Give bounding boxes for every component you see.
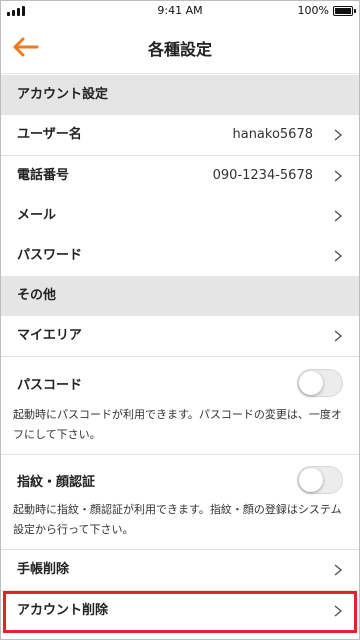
chevron-right-icon xyxy=(334,250,343,262)
phone-value: 090-1234-5678 xyxy=(212,168,313,183)
section-header-account: アカウント設定 xyxy=(1,75,359,115)
passcode-description: 起動時にパスコードが利用できます。パスコードの変更は、一度オフにして下さい。 xyxy=(13,408,342,441)
chevron-right-icon xyxy=(334,170,343,182)
my-area-row[interactable]: マイエリア xyxy=(1,316,359,357)
notebook-delete-row[interactable]: 手帳削除 xyxy=(1,550,359,591)
chevron-right-icon xyxy=(334,129,343,141)
phone-row[interactable]: 電話番号 090-1234-5678 xyxy=(1,156,359,197)
biometric-setting: 指紋・顔認証 起動時に指紋・顔認証が利用できます。指紋・顔の登録はシステム設定か… xyxy=(1,462,359,550)
chevron-right-icon xyxy=(334,330,343,342)
mail-label: メール xyxy=(17,208,57,223)
biometric-toggle-knob xyxy=(299,468,323,492)
biometric-description: 起動時に指紋・顔認証が利用できます。指紋・顔の登録はシステム設定から行って下さい… xyxy=(13,503,342,536)
username-label: ユーザー名 xyxy=(17,127,82,142)
account-delete-row[interactable]: アカウント削除 xyxy=(1,591,359,632)
passcode-toggle-knob xyxy=(299,371,323,395)
phone-label: 電話番号 xyxy=(17,168,70,183)
passcode-setting: パスコード 起動時にパスコードが利用できます。パスコードの変更は、一度オフにして… xyxy=(1,365,359,455)
battery-percent: 100% xyxy=(297,4,329,17)
passcode-toggle[interactable] xyxy=(297,369,343,397)
username-value: hanako5678 xyxy=(232,127,313,142)
password-label: パスワード xyxy=(17,248,83,263)
chevron-right-icon xyxy=(334,605,343,617)
chevron-right-icon xyxy=(334,210,343,222)
my-area-label: マイエリア xyxy=(17,328,82,343)
passcode-label: パスコード xyxy=(17,378,83,393)
biometric-toggle[interactable] xyxy=(297,466,343,494)
biometric-label: 指紋・顔認証 xyxy=(17,475,96,490)
status-bar: 9:41 AM 100% xyxy=(1,1,359,21)
password-row[interactable]: パスワード xyxy=(1,236,359,277)
battery-icon xyxy=(333,6,356,16)
chevron-right-icon xyxy=(334,564,343,576)
notebook-delete-label: 手帳削除 xyxy=(17,562,70,577)
section-header-other: その他 xyxy=(1,276,359,316)
username-row[interactable]: ユーザー名 hanako5678 xyxy=(1,115,359,156)
account-delete-label: アカウント削除 xyxy=(17,603,109,618)
mail-row[interactable]: メール xyxy=(1,196,359,237)
header: 各種設定 xyxy=(1,21,359,74)
settings-screen: 9:41 AM 100% 各種設定 アカウント設定 ユーザー名 hanako56… xyxy=(0,0,360,640)
page-title: 各種設定 xyxy=(147,40,212,59)
